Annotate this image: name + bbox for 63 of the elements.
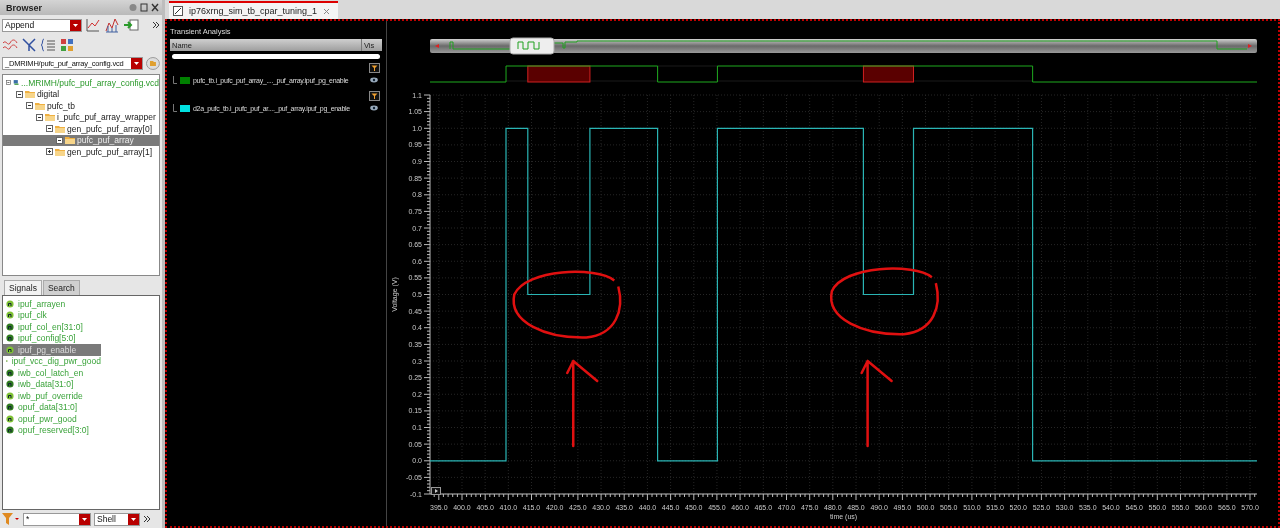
signal-icon — [6, 414, 14, 423]
tree-item[interactable]: digital — [3, 88, 159, 100]
tree-item[interactable]: i_pufc_puf_array_wrapper — [3, 111, 159, 123]
caret-icon[interactable] — [79, 513, 90, 525]
wave-icon[interactable] — [2, 37, 18, 53]
signal-icon — [6, 380, 14, 389]
collapse-icon[interactable] — [36, 113, 43, 121]
signal-icon — [6, 426, 14, 435]
tree-item[interactable]: gen_pufc_puf_array[0] — [3, 123, 159, 135]
collapse-icon[interactable] — [16, 90, 23, 98]
filter-icon[interactable] — [2, 513, 20, 525]
collapse-icon[interactable] — [56, 136, 63, 144]
tree-item[interactable]: ...MRIMH/pufc_puf_array_config.vcd — [3, 77, 159, 89]
collapse-icon[interactable] — [26, 102, 33, 110]
filter-field[interactable]: * — [23, 512, 91, 526]
mode-dropdown[interactable]: Append — [2, 18, 82, 32]
panel-title: Browser — [6, 2, 42, 13]
chart-icon[interactable] — [85, 17, 101, 33]
export-icon[interactable] — [123, 17, 139, 33]
signal-icon — [6, 311, 14, 320]
tree-item[interactable]: pufc_tb — [3, 100, 159, 112]
folder-icon — [55, 147, 65, 156]
folder-icon — [35, 101, 45, 110]
chart-icon[interactable] — [104, 17, 120, 33]
filter-button[interactable] — [369, 63, 380, 73]
caret-icon[interactable] — [131, 58, 143, 69]
caret-icon[interactable] — [70, 19, 81, 31]
folder-icon — [45, 113, 55, 122]
tab[interactable]: Search — [42, 280, 80, 295]
signal-icon — [6, 345, 14, 354]
play-button[interactable] — [431, 487, 441, 495]
signal-icon — [6, 322, 14, 331]
signal-icon — [6, 368, 14, 377]
signal-icon — [6, 334, 14, 343]
more-icon[interactable] — [143, 515, 151, 523]
tree-item[interactable]: gen_pufc_puf_array[1] — [3, 146, 159, 158]
document-tab[interactable]: ip76xrng_sim_tb_cpar_tuning_1 — [169, 1, 339, 19]
scope-dropdown[interactable]: Shell — [94, 512, 140, 526]
waveform-file-icon — [173, 6, 183, 16]
signal-icon — [6, 403, 14, 412]
folder-icon — [65, 136, 75, 145]
close-icon[interactable] — [323, 7, 331, 15]
folder-icon — [55, 124, 65, 133]
tree-line-icon — [173, 76, 177, 84]
tab[interactable]: Signals — [4, 280, 42, 295]
tree-line-icon — [173, 104, 177, 112]
scroll-bar[interactable] — [172, 54, 380, 59]
folder-icon — [25, 90, 35, 99]
more-icon[interactable] — [152, 21, 160, 29]
grid-icon[interactable] — [59, 37, 75, 53]
eye-icon[interactable] — [370, 105, 378, 111]
cursor-icon[interactable] — [21, 37, 37, 53]
tree-item[interactable]: pufc_puf_array — [3, 134, 159, 146]
signal-icon — [6, 299, 14, 308]
expand-icon[interactable] — [46, 148, 53, 156]
caret-icon[interactable] — [128, 513, 139, 525]
signal-icon — [6, 391, 14, 400]
collapse-icon[interactable] — [46, 125, 53, 133]
list-icon[interactable] — [40, 37, 56, 53]
eye-icon[interactable] — [370, 77, 378, 83]
file-icon — [12, 78, 20, 88]
window-controls-icon[interactable] — [129, 3, 159, 12]
filter-button[interactable] — [369, 91, 380, 101]
